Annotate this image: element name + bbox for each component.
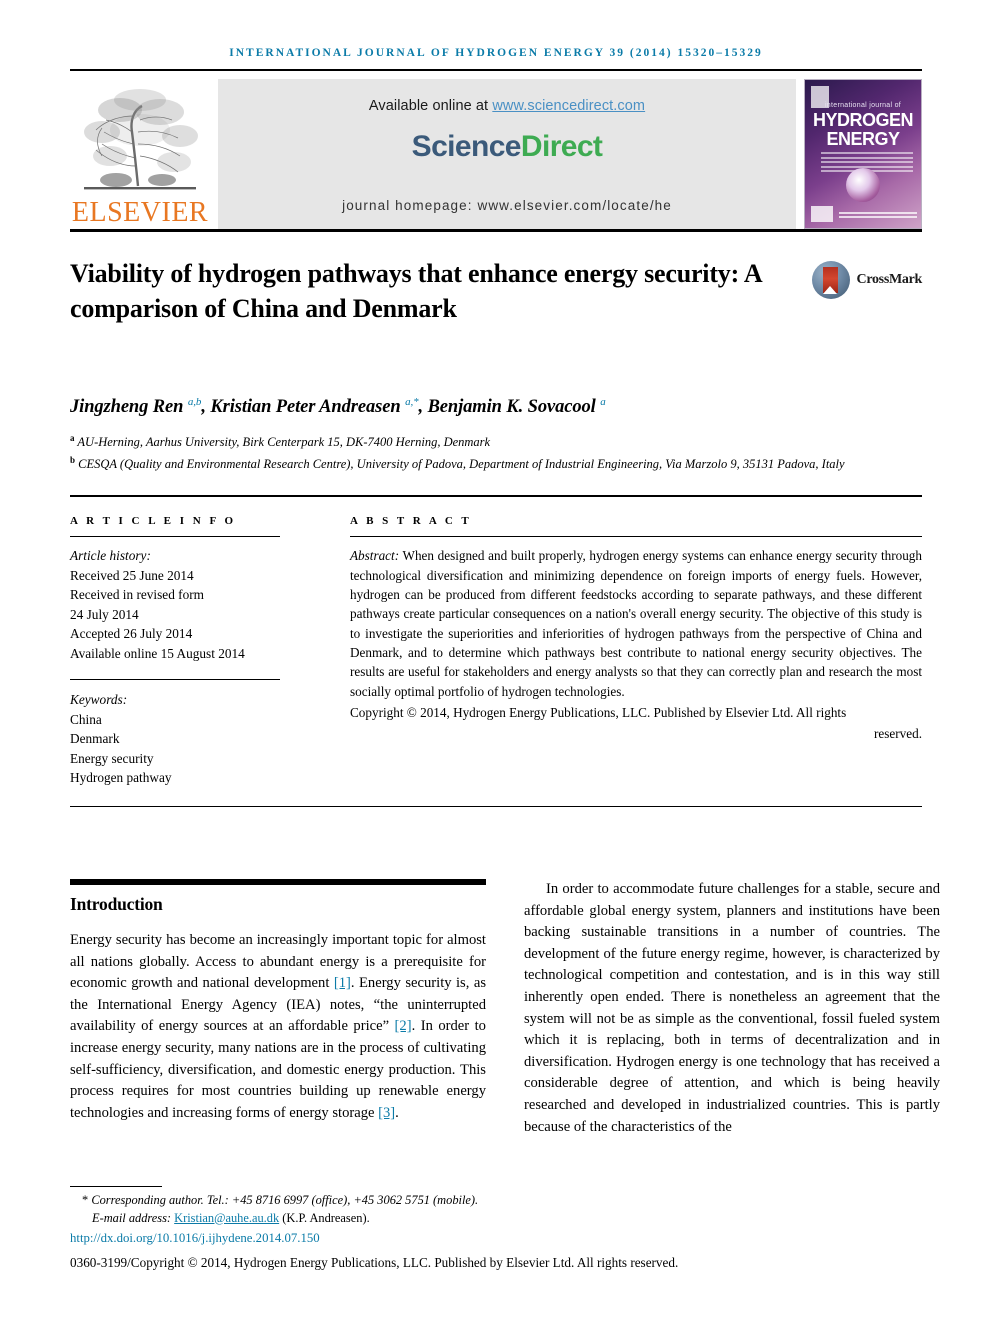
corresponding-author-marker: * xyxy=(82,1193,89,1207)
article-history-item: Accepted 26 July 2014 xyxy=(70,626,193,642)
crossmark-label: CrossMark xyxy=(856,272,923,287)
affiliation-b: b CESQA (Quality and Environmental Resea… xyxy=(70,451,922,473)
article-history-item: Received in revised form xyxy=(70,587,205,603)
cover-publisher-mark-icon xyxy=(811,206,833,222)
author-list: Jingzheng Ren a,b, Kristian Peter Andrea… xyxy=(70,396,606,418)
corresponding-author-note: * Corresponding author. Tel.: +45 8716 6… xyxy=(70,1192,922,1210)
available-online-text: Available online at www.sciencedirect.co… xyxy=(369,98,645,114)
header-rule-bottom xyxy=(70,229,922,232)
abstract-text: Abstract: When designed and built proper… xyxy=(350,546,922,700)
abstract-divider xyxy=(350,536,922,538)
article-history: Article history: Received 25 June 2014 R… xyxy=(70,546,280,663)
citation-ref-2[interactable]: [2] xyxy=(395,1018,412,1034)
sciencedirect-logo[interactable]: ScienceDirect xyxy=(412,130,603,164)
keywords-label: Keywords: xyxy=(70,692,128,708)
affiliation-text-b: CESQA (Quality and Environmental Researc… xyxy=(78,457,845,472)
affiliation-a: a AU-Herning, Aarhus University, Birk Ce… xyxy=(70,429,922,451)
abstract-heading: A B S T R A C T xyxy=(350,515,472,528)
crossmark-badge[interactable]: CrossMark xyxy=(811,261,923,299)
cover-line-hydrogen: HYDROGEN xyxy=(812,110,914,130)
body-column-left: Introduction Energy security has become … xyxy=(70,878,486,1153)
introduction-paragraph-left: Energy security has become an increasing… xyxy=(70,930,486,1124)
affiliations: a AU-Herning, Aarhus University, Birk Ce… xyxy=(70,429,922,473)
intro-text-part: . xyxy=(395,1104,399,1121)
sciencedirect-banner: Available online at www.sciencedirect.co… xyxy=(218,79,796,229)
abstract-bottom-rule xyxy=(70,805,922,807)
footnote-rule xyxy=(70,1186,162,1187)
keyword-item: Hydrogen pathway xyxy=(70,770,172,786)
affiliation-marker-b: b xyxy=(70,455,76,466)
sciencedirect-logo-science: Science xyxy=(411,130,522,163)
journal-cover-thumbnail: international journal of HYDROGEN ENERGY xyxy=(804,79,922,229)
journal-masthead: ELSEVIER Available online at www.science… xyxy=(70,79,922,229)
crossmark-icon xyxy=(811,261,850,299)
abstract-body: When designed and built properly, hydrog… xyxy=(350,548,922,699)
issn-copyright-line: 0360-3199/Copyright © 2014, Hydrogen Ene… xyxy=(70,1255,679,1270)
elsevier-logo: ELSEVIER xyxy=(70,79,210,229)
abstract-copyright-end: reserved. xyxy=(874,726,922,742)
article-first-page: International Journal of Hydrogen Energy… xyxy=(0,0,992,1323)
citation-ref-1[interactable]: [1] xyxy=(334,975,351,991)
running-head: International Journal of Hydrogen Energy… xyxy=(229,47,763,59)
email-label: E-mail address: xyxy=(92,1210,172,1225)
article-info-column: A R T I C L E I N F O Article history: R… xyxy=(70,515,280,788)
sciencedirect-logo-direct: Direct xyxy=(520,130,603,163)
page-title: Viability of hydrogen pathways that enha… xyxy=(70,259,762,323)
article-history-item: 24 July 2014 xyxy=(70,606,139,622)
email-note: E-mail address: Kristian@auhe.au.dk (K.P… xyxy=(70,1210,922,1228)
abstract-copyright: Copyright © 2014, Hydrogen Energy Public… xyxy=(350,704,847,720)
affiliation-marker-a: a xyxy=(70,433,75,444)
body-column-right: In order to accommodate future challenge… xyxy=(524,879,940,1153)
sciencedirect-link[interactable]: www.sciencedirect.com xyxy=(492,98,645,114)
corresponding-author-text: Corresponding author. Tel.: +45 8716 699… xyxy=(91,1193,479,1207)
elsevier-tree-icon xyxy=(76,86,204,198)
introduction-rule xyxy=(70,878,486,885)
cover-line-small: international journal of xyxy=(824,102,902,109)
citation-ref-3[interactable]: [3] xyxy=(378,1105,395,1121)
article-history-label: Article history: xyxy=(70,548,151,564)
page-footnote: * Corresponding author. Tel.: +45 8716 6… xyxy=(70,1186,922,1271)
keyword-item: China xyxy=(70,711,102,727)
cover-sciencedirect-mark xyxy=(839,212,917,220)
title-block: Viability of hydrogen pathways that enha… xyxy=(70,256,922,371)
keywords-list: Keywords: China Denmark Energy security … xyxy=(70,690,280,788)
elsevier-wordmark: ELSEVIER xyxy=(71,197,209,228)
article-info-heading: A R T I C L E I N F O xyxy=(70,515,237,528)
email-link[interactable]: Kristian@auhe.au.dk xyxy=(174,1211,279,1225)
cover-line-energy: ENERGY xyxy=(826,129,900,149)
abstract-column: A B S T R A C T Abstract: When designed … xyxy=(350,515,922,788)
info-abstract-row: A R T I C L E I N F O Article history: R… xyxy=(70,497,922,788)
available-online-prefix: Available online at xyxy=(368,98,493,114)
keywords-divider xyxy=(70,679,280,681)
article-history-item: Available online 15 August 2014 xyxy=(70,645,245,661)
keyword-item: Energy security xyxy=(70,750,154,766)
body-columns: Introduction Energy security has become … xyxy=(70,878,940,1153)
email-attribution: (K.P. Andreasen). xyxy=(282,1210,370,1225)
header-rule-top xyxy=(70,69,922,71)
affiliation-text-a: AU-Herning, Aarhus University, Birk Cent… xyxy=(77,435,491,450)
keyword-item: Denmark xyxy=(70,731,120,747)
doi-link[interactable]: http://dx.doi.org/10.1016/j.ijhydene.201… xyxy=(70,1230,922,1247)
abstract-lead-label: Abstract: xyxy=(350,548,400,564)
journal-homepage-link[interactable]: journal homepage: www.elsevier.com/locat… xyxy=(218,198,796,213)
introduction-paragraph-right: In order to accommodate future challenge… xyxy=(524,880,940,1135)
cover-orb-graphic xyxy=(846,168,880,202)
introduction-heading: Introduction xyxy=(70,893,163,914)
article-history-item: Received 25 June 2014 xyxy=(70,567,194,583)
article-info-divider xyxy=(70,536,280,538)
